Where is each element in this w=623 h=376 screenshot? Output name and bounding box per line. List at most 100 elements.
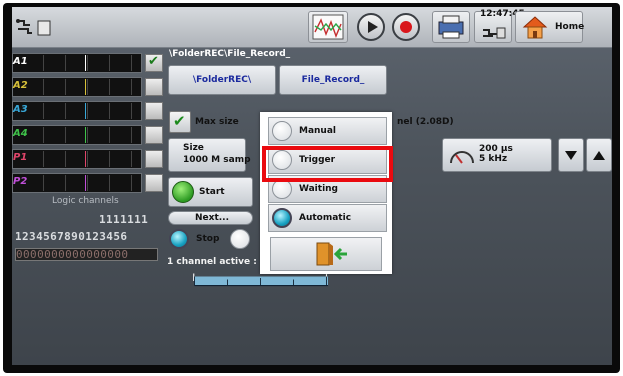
next-button[interactable]: Next... (168, 211, 253, 225)
channel-grid-line (87, 127, 88, 143)
size-value: 1000 M samp (183, 155, 251, 165)
size-label: Size (183, 143, 204, 153)
exit-button[interactable] (270, 237, 382, 271)
timebase-button[interactable]: 200 µs 5 kHz (442, 138, 552, 172)
channel-grid-line (65, 79, 66, 95)
record-button[interactable] (392, 13, 420, 41)
size-field[interactable]: Size 1000 M samp (168, 138, 251, 172)
channel-checkbox-a2[interactable] (145, 78, 163, 96)
max-size-label: Max size (195, 117, 239, 127)
max-size-checkbox[interactable] (169, 111, 191, 133)
channel-grid-line (131, 175, 132, 191)
channel-checkbox-a4[interactable] (145, 126, 163, 144)
arrow-down-button[interactable] (558, 138, 584, 172)
exit-door-icon (316, 242, 347, 266)
channel-name: P2 (13, 176, 28, 187)
next-label: Next... (195, 213, 230, 223)
printer-icon (438, 15, 464, 39)
channel-trace (85, 127, 86, 143)
channel-row-a2[interactable]: A2 (12, 77, 142, 97)
channel-grid-line (43, 175, 44, 191)
home-label: Home (555, 22, 585, 32)
channel-row-a3[interactable]: A3 (12, 101, 142, 121)
mode-option-label: Manual (299, 126, 337, 136)
timebase-value: 200 µs (479, 144, 513, 154)
timebase-frequency: 5 kHz (479, 154, 508, 164)
channel-row-a1[interactable]: A1 (12, 53, 142, 73)
channel-grid-line (65, 151, 66, 167)
channel-grid-line (43, 79, 44, 95)
channel-grid-line (65, 127, 66, 143)
file-path: \FolderREC\File_Record_ (169, 49, 291, 59)
record-timeline (193, 273, 328, 287)
channel-grid-line (87, 103, 88, 119)
channel-checkbox-a3[interactable] (145, 102, 163, 120)
play-icon (368, 21, 378, 33)
channel-grid-line (131, 127, 132, 143)
channel-grid-line (109, 175, 110, 191)
channel-grid-line (131, 151, 132, 167)
channel-grid-line (109, 79, 110, 95)
start-label: Start (199, 187, 225, 197)
channel-grid-line (65, 55, 66, 71)
channel-grid-line (87, 55, 88, 71)
channel-grid-line (87, 79, 88, 95)
channel-name: A4 (13, 128, 28, 139)
channel-grid-line (131, 103, 132, 119)
mode-option-manual[interactable]: Manual (268, 117, 387, 145)
channel-trace (85, 151, 86, 167)
folder-button[interactable]: \FolderREC\ (168, 65, 276, 95)
channel-checkbox-a1[interactable] (145, 54, 163, 72)
channel-grid-line (109, 127, 110, 143)
top-toolbar: 12:47:45 Home (12, 7, 612, 48)
channel-name: A1 (13, 56, 28, 67)
channel-grid-line (109, 55, 110, 71)
logic-digits-units: 1234567890123456 (15, 230, 128, 243)
print-button[interactable] (432, 11, 470, 43)
channel-grid-line (109, 103, 110, 119)
mode-option-label: Waiting (299, 184, 339, 194)
channel-grid-line (43, 127, 44, 143)
channel-name: A3 (13, 104, 28, 115)
channel-grid-line (65, 103, 66, 119)
mode-option-label: Automatic (299, 213, 352, 223)
record-icon (400, 21, 412, 33)
channel-trace (85, 55, 86, 71)
chart-button[interactable] (308, 11, 348, 43)
channel-name: A2 (13, 80, 28, 91)
channel-checkbox-p1[interactable] (145, 150, 163, 168)
mode-option-automatic[interactable]: Automatic (268, 204, 387, 232)
channel-checkbox-p2[interactable] (145, 174, 163, 192)
channel-grid-line (109, 151, 110, 167)
channel-grid-line (43, 151, 44, 167)
file-button[interactable]: File_Record_ (279, 65, 387, 95)
channel-grid-line (131, 55, 132, 71)
stop-radio[interactable] (169, 229, 189, 249)
channel-info: nel (2.08D) (397, 117, 454, 127)
channel-active-text: 1 channel active : (167, 257, 257, 267)
usb-device-icon[interactable] (14, 15, 54, 41)
start-icon (172, 181, 194, 203)
channel-grid-line (87, 151, 88, 167)
channel-grid-line (43, 103, 44, 119)
channel-row-p1[interactable]: P1 (12, 149, 142, 169)
continuous-radio[interactable] (230, 229, 250, 249)
channel-name: P1 (13, 152, 28, 163)
arrow-up-button[interactable] (586, 138, 612, 172)
channel-trace (85, 175, 86, 191)
channel-trace (85, 103, 86, 119)
logic-state-bar: 0000000000000000 (15, 248, 158, 261)
arrow-up-icon (593, 151, 605, 160)
play-button[interactable] (357, 13, 385, 41)
start-button[interactable]: Start (168, 177, 253, 207)
chart-icon (312, 14, 344, 40)
channel-row-p2[interactable]: P2 (12, 173, 142, 193)
channel-row-a4[interactable]: A4 (12, 125, 142, 145)
channel-grid-line (65, 175, 66, 191)
radio-icon (272, 179, 292, 199)
channel-grid-line (87, 175, 88, 191)
channel-trace (85, 79, 86, 95)
radio-icon (272, 208, 292, 228)
trigger-highlight-box (262, 146, 393, 182)
logic-channels-title: Logic channels (52, 196, 119, 206)
